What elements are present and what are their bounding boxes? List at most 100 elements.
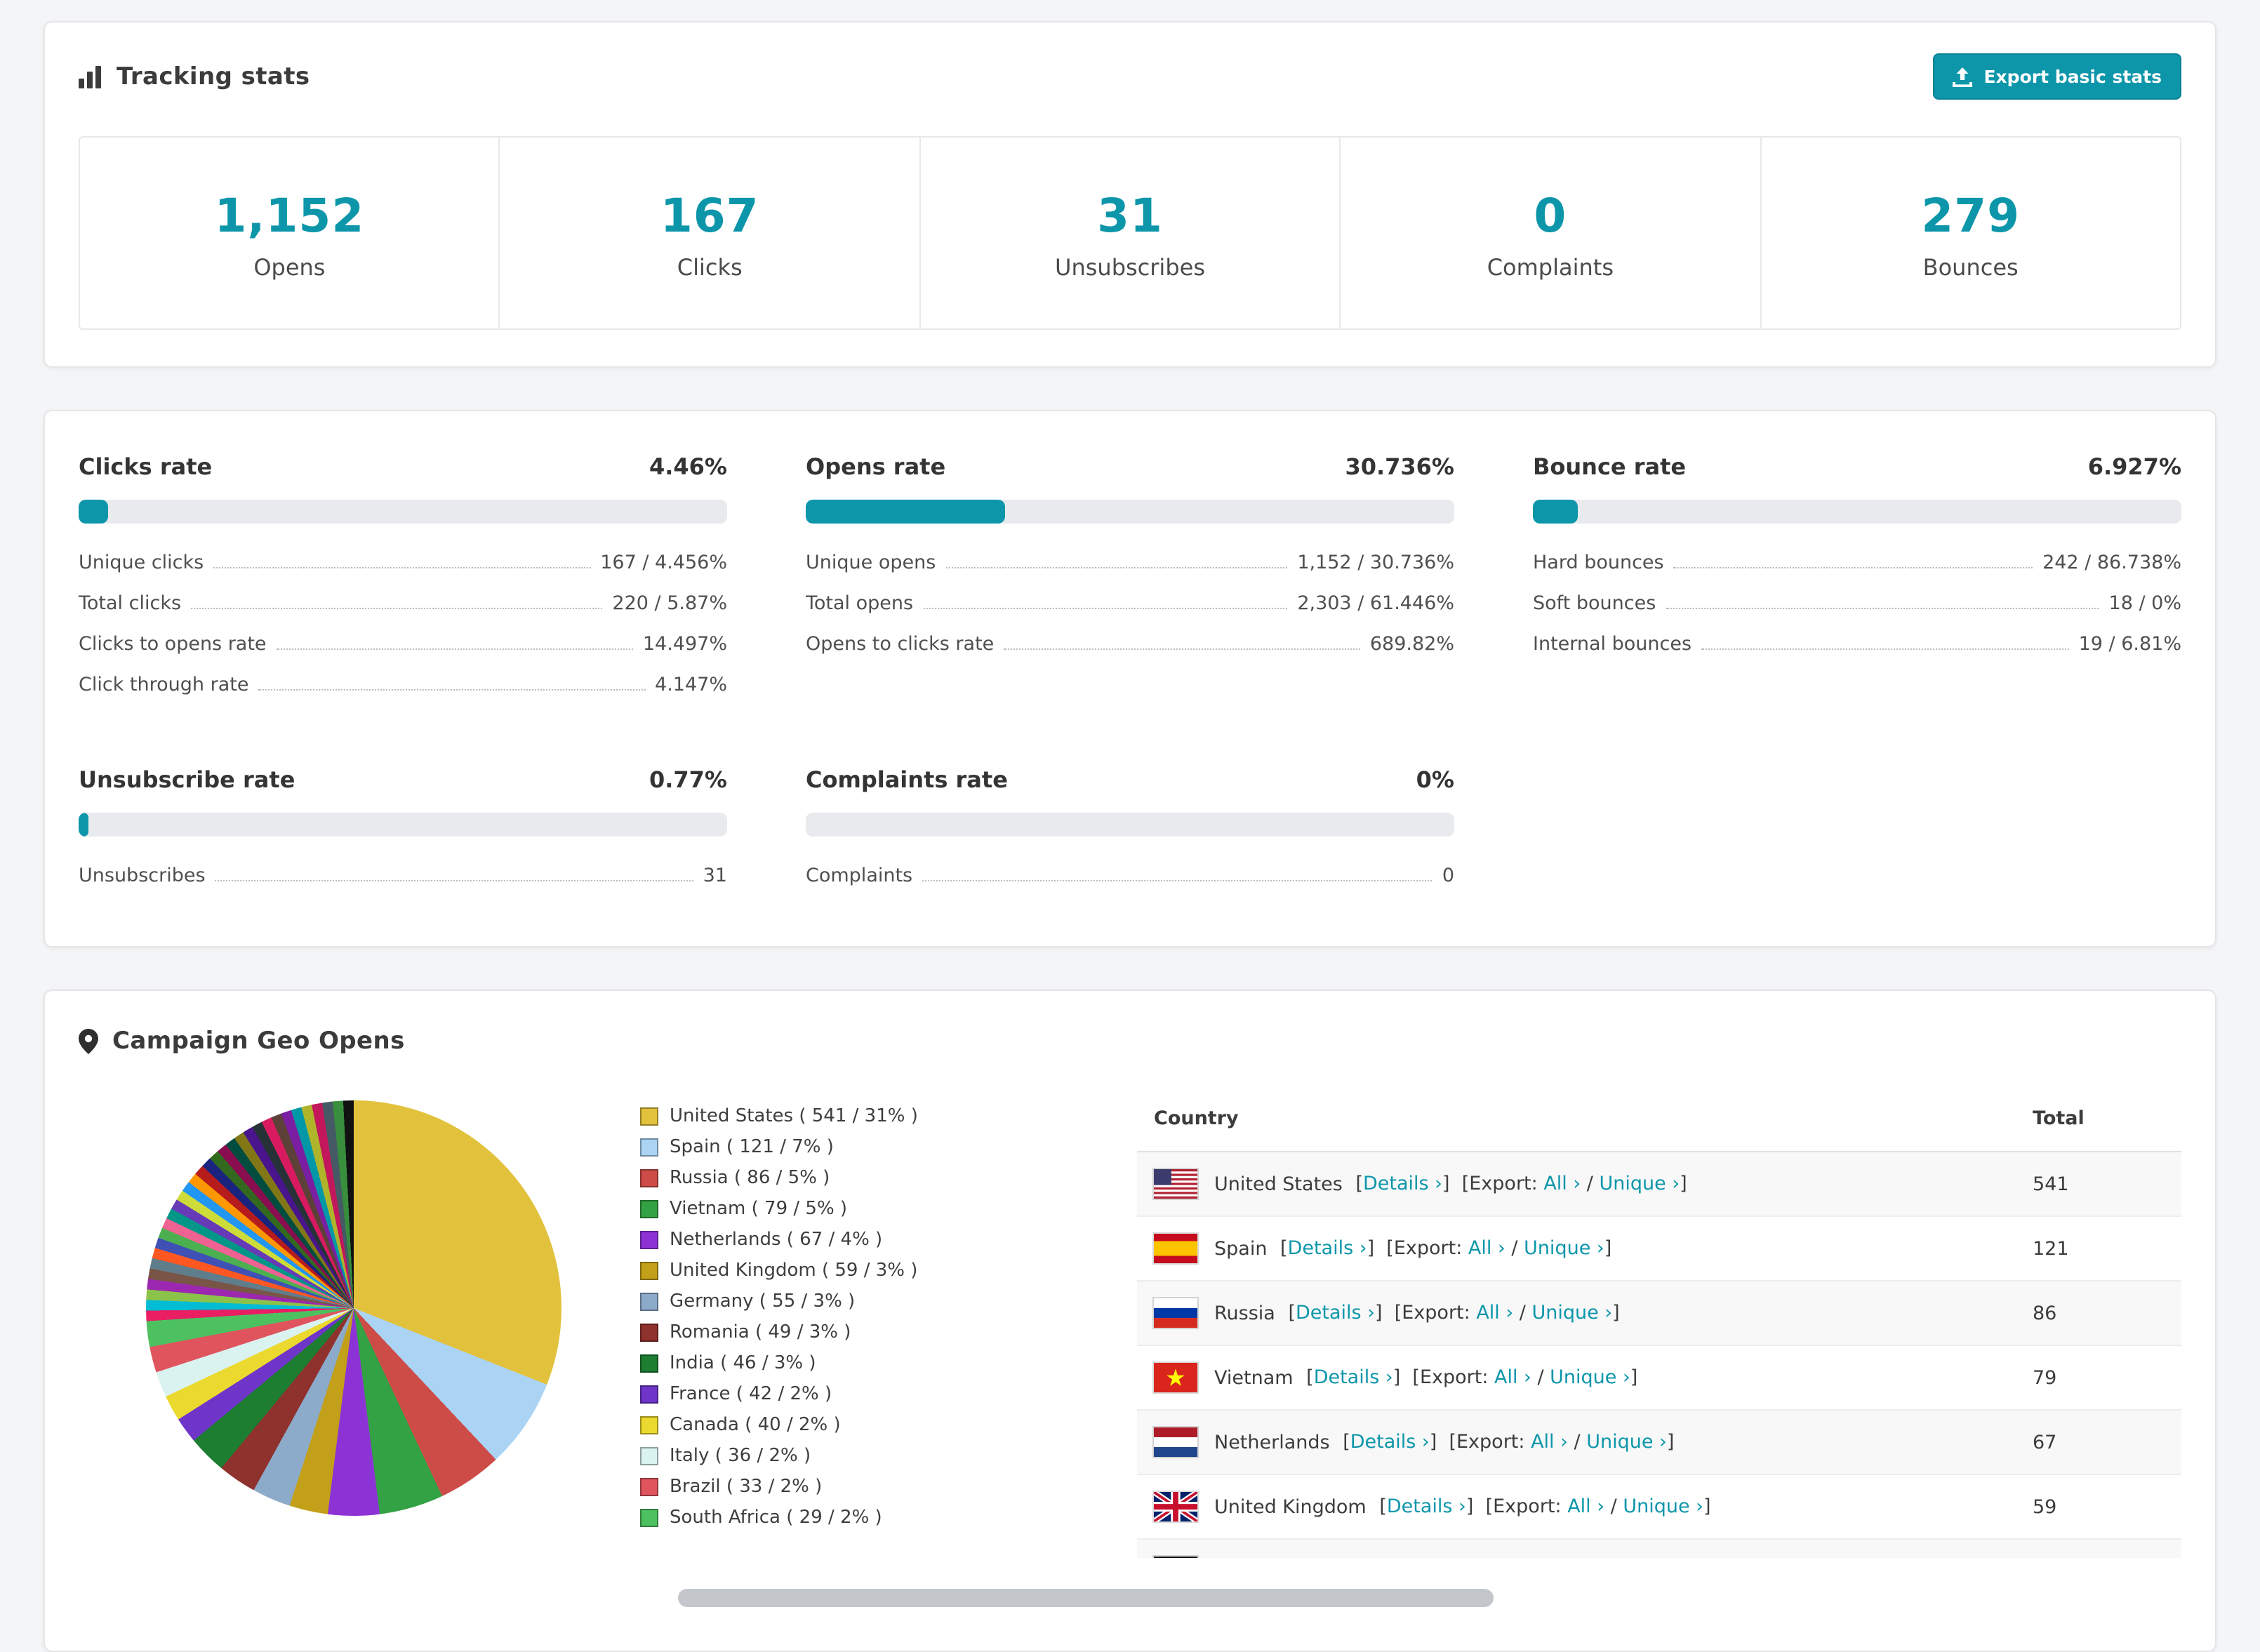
legend-label: France ( 42 / 2% ) (670, 1384, 832, 1405)
export-label: Export: (1393, 1237, 1468, 1260)
summary-stat-unsubscribes: 31 Unsubscribes (921, 138, 1341, 328)
details-link[interactable]: Details › (1363, 1173, 1442, 1195)
rate-block-opens-rate: Opens rate 30.736% Unique opens 1,152 / 30.… (806, 453, 1454, 696)
rate-block-complaints-rate: Complaints rate 0% Complaints 0 (806, 766, 1454, 887)
metric-value: 4.147% (655, 674, 727, 696)
legend-item-united-states: United States ( 541 / 31% ) (640, 1106, 1002, 1127)
legend-item-india: India ( 46 / 3% ) (640, 1353, 1002, 1374)
summary-stats-row: 1,152 Opens 167 Clicks 31 Unsubscribes 0 Compla… (79, 136, 2181, 330)
export-label: Export: (1469, 1173, 1544, 1195)
rates-grid: Clicks rate 4.46% Unique clicks 167 / 4.456… (79, 453, 2181, 887)
metric-label: Total clicks (79, 592, 182, 615)
metric-row: Opens to clicks rate 689.82% (806, 633, 1454, 655)
bar-chart-icon (79, 65, 102, 88)
export-unique-link[interactable]: Unique › (1531, 1302, 1612, 1324)
export-button-label: Export basic stats (1983, 66, 2162, 87)
country-cell: Russia [Details ›] [Export: All › / Uniq… (1137, 1281, 2016, 1346)
legend-item-italy: Italy ( 36 / 2% ) (640, 1446, 1002, 1467)
dotted-leader (1004, 648, 1360, 650)
export-unique-link[interactable]: Unique › (1524, 1237, 1604, 1260)
dotted-leader (258, 689, 646, 691)
metric-row: Complaints 0 (806, 865, 1454, 887)
stat-label: Complaints (1487, 254, 1614, 281)
rate-value: 6.927% (2087, 453, 2181, 480)
bracket: ] [ (1367, 1237, 1394, 1260)
metric-value: 14.497% (642, 633, 727, 655)
legend-label: India ( 46 / 3% ) (670, 1353, 816, 1374)
metric-value: 1,152 / 30.736% (1297, 552, 1454, 574)
country-links: [Details ›] [Export: All › / Unique ›] (1355, 1173, 1687, 1195)
geo-table-row-spain: Spain [Details ›] [Export: All › / Uniqu… (1137, 1216, 2181, 1281)
export-all-link[interactable]: All › (1531, 1431, 1568, 1453)
metric-value: 18 / 0% (2108, 592, 2181, 615)
export-all-link[interactable]: All › (1543, 1173, 1581, 1195)
country-total: 86 (2016, 1281, 2181, 1346)
dotted-leader (945, 567, 1288, 568)
bracket: [ (1355, 1173, 1363, 1195)
progress-bar-track (1533, 500, 2181, 524)
rate-title: Complaints rate (806, 766, 1008, 793)
metric-value: 242 / 86.738% (2042, 552, 2181, 574)
geo-table-header-row: Country Total (1137, 1086, 2181, 1152)
bracket: ] (1630, 1366, 1638, 1389)
details-link[interactable]: Details › (1387, 1496, 1466, 1518)
metric-row: Click through rate 4.147% (79, 674, 727, 696)
legend-item-united-kingdom: United Kingdom ( 59 / 3% ) (640, 1260, 1002, 1281)
export-all-link[interactable]: All › (1567, 1496, 1604, 1518)
legend-item-germany: Germany ( 55 / 3% ) (640, 1291, 1002, 1312)
legend-label: Spain ( 121 / 7% ) (670, 1137, 834, 1158)
metric-label: Internal bounces (1533, 633, 1692, 655)
stat-label: Opens (253, 254, 326, 281)
geo-table-row-russia: Russia [Details ›] [Export: All › / Uniq… (1137, 1281, 2181, 1346)
country-links: [Details ›] [Export: All › / Unique ›] (1379, 1496, 1710, 1518)
legend-swatch (640, 1416, 658, 1434)
country-name: Spain (1214, 1237, 1274, 1260)
metric-label: Click through rate (79, 674, 249, 696)
dotted-leader (1701, 648, 2069, 650)
bracket: ] [ (1465, 1496, 1494, 1518)
geo-table-row-netherlands: Netherlands [Details ›] [Export: All › /… (1137, 1410, 2181, 1475)
country-links: [Details ›] [Export: All › / Unique ›] (1343, 1431, 1674, 1453)
export-all-link[interactable]: All › (1476, 1302, 1513, 1324)
flag-icon-de (1154, 1557, 1197, 1558)
bracket: ] (1703, 1496, 1711, 1518)
geo-opens-header: Campaign Geo Opens (45, 991, 2215, 1055)
details-link[interactable]: Details › (1314, 1366, 1393, 1389)
details-link[interactable]: Details › (1288, 1237, 1367, 1260)
bracket: [ (1288, 1302, 1296, 1324)
rate-title: Bounce rate (1533, 453, 1687, 480)
rate-block-clicks-rate: Clicks rate 4.46% Unique clicks 167 / 4.456… (79, 453, 727, 696)
summary-stat-clicks: 167 Clicks (500, 138, 921, 328)
export-basic-stats-button[interactable]: Export basic stats (1933, 53, 2181, 100)
export-unique-link[interactable]: Unique › (1586, 1431, 1667, 1453)
rate-title: Clicks rate (79, 453, 213, 480)
metric-label: Soft bounces (1533, 592, 1656, 615)
country-cell: United States [Details ›] [Export: All ›… (1137, 1152, 2016, 1217)
details-link[interactable]: Details › (1350, 1431, 1430, 1453)
legend-label: Canada ( 40 / 2% ) (670, 1415, 841, 1436)
details-link[interactable]: Details › (1296, 1302, 1375, 1324)
stat-label: Bounces (1922, 254, 2019, 281)
geo-table-row-united-kingdom: United Kingdom [Details ›] [Export: All … (1137, 1474, 2181, 1540)
legend-item-spain: Spain ( 121 / 7% ) (640, 1137, 1002, 1158)
legend-item-canada: Canada ( 40 / 2% ) (640, 1415, 1002, 1436)
slash: / (1567, 1431, 1587, 1453)
country-total: 121 (2016, 1216, 2181, 1281)
bracket: ] [ (1429, 1431, 1456, 1453)
export-all-link[interactable]: All › (1494, 1366, 1531, 1389)
country-cell: Netherlands [Details ›] [Export: All › /… (1137, 1410, 2016, 1475)
export-unique-link[interactable]: Unique › (1623, 1496, 1703, 1518)
export-unique-link[interactable]: Unique › (1550, 1366, 1630, 1389)
progress-bar-fill (79, 500, 108, 524)
slash: / (1531, 1366, 1550, 1389)
geo-table-row-germany: Germany [Details ›] [Export: All › / Uni… (1137, 1539, 2181, 1558)
metric-label: Unsubscribes (79, 865, 206, 887)
horizontal-scrollbar-thumb[interactable] (678, 1589, 1494, 1607)
export-unique-link[interactable]: Unique › (1599, 1173, 1680, 1195)
geo-opens-body: United States ( 541 / 31% ) Spain ( 121 /… (45, 1055, 2215, 1558)
legend-item-south-africa: South Africa ( 29 / 2% ) (640, 1507, 1002, 1528)
flag-icon-ru (1154, 1298, 1197, 1328)
summary-stat-opens: 1,152 Opens (80, 138, 500, 328)
stat-value: 0 (1534, 188, 1567, 243)
export-all-link[interactable]: All › (1468, 1237, 1505, 1260)
